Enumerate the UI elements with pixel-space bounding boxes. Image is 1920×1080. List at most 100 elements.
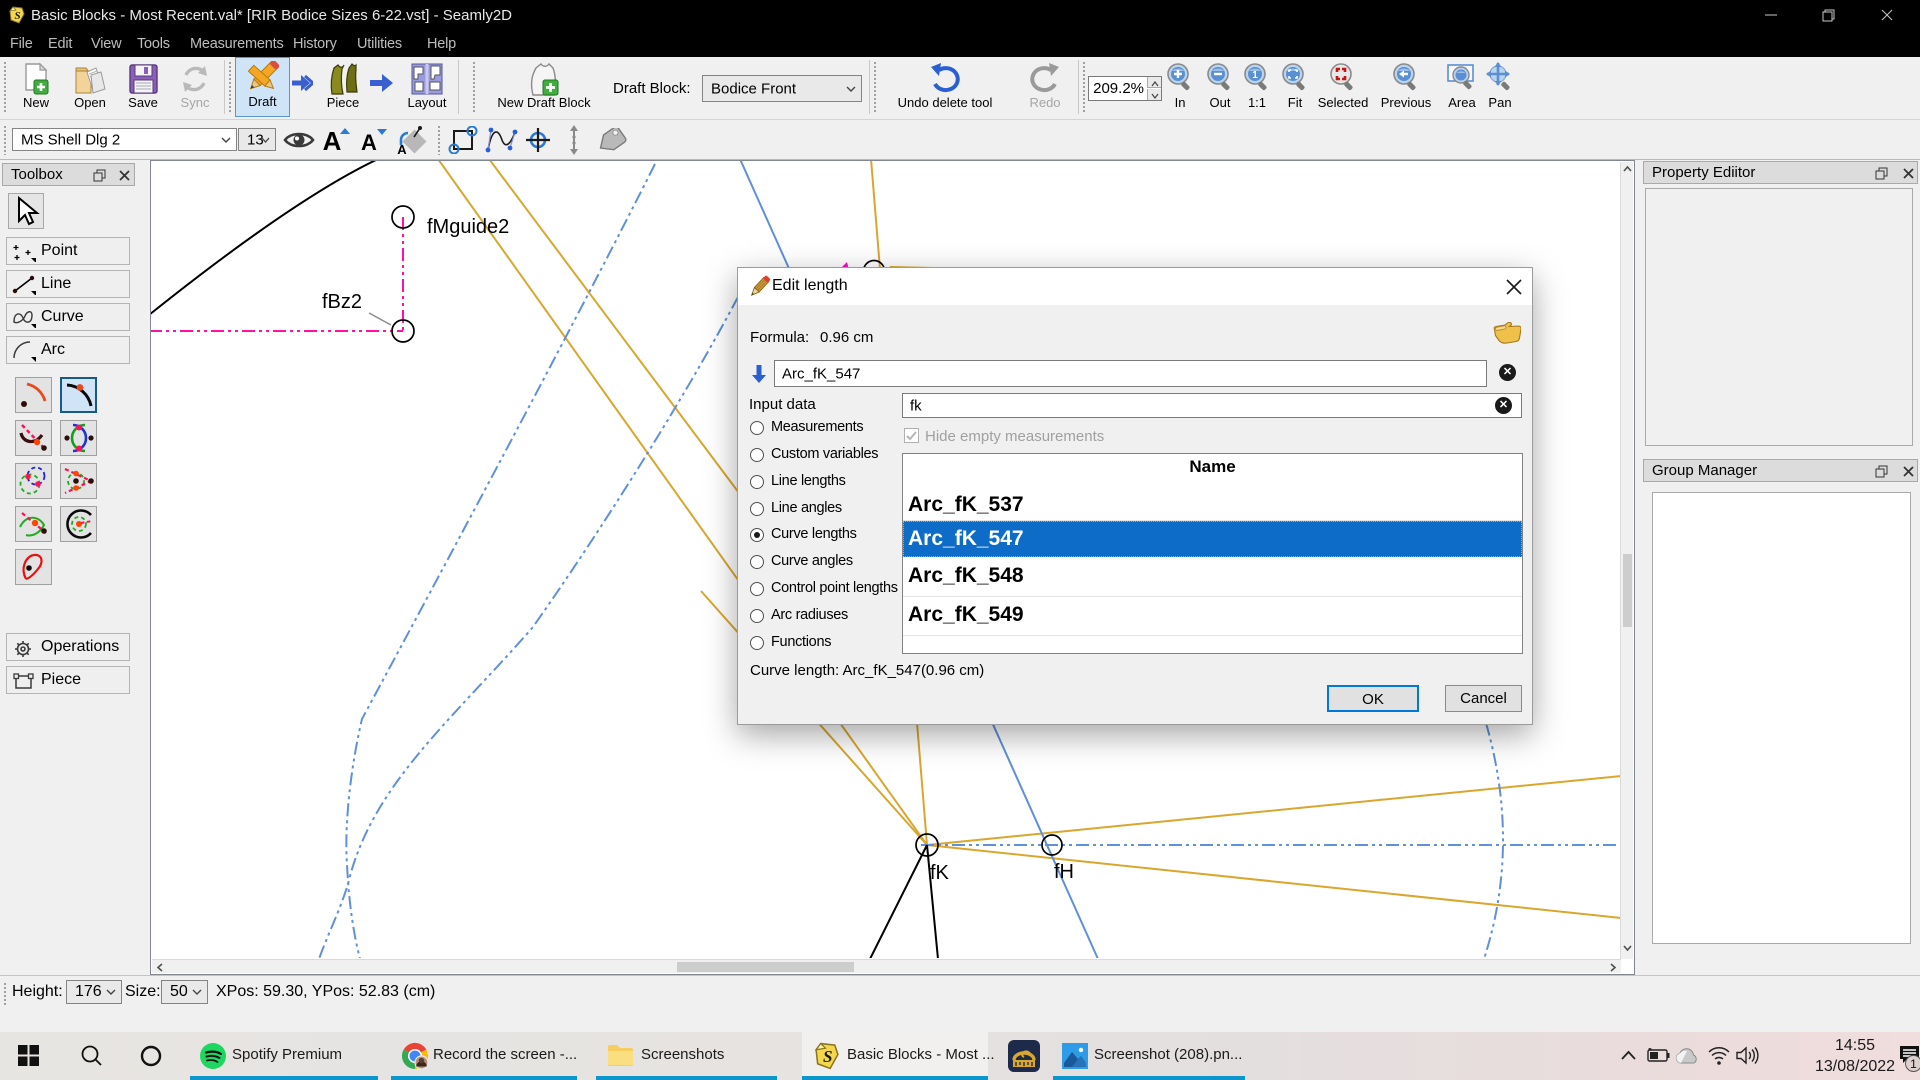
close-panel-icon[interactable] bbox=[1902, 167, 1915, 180]
new-draft-block-button[interactable]: New Draft Block bbox=[480, 58, 608, 116]
snap-center-tool-icon[interactable] bbox=[523, 127, 553, 153]
horizontal-scrollbar[interactable] bbox=[152, 959, 1621, 973]
cancel-button[interactable]: Cancel bbox=[1445, 685, 1522, 712]
zoom-fit-button[interactable]: Fit bbox=[1276, 58, 1314, 116]
radio-curve-lengths-selected[interactable] bbox=[750, 528, 764, 542]
vertical-resize-tool-icon[interactable] bbox=[563, 125, 585, 155]
increase-label-font-icon[interactable]: A bbox=[321, 126, 351, 154]
vertical-scrollbar[interactable] bbox=[1620, 162, 1633, 959]
minimize-button[interactable] bbox=[1748, 0, 1794, 30]
search-input[interactable]: fk bbox=[902, 393, 1522, 418]
table-row-selected[interactable]: Arc_fK_547 bbox=[903, 521, 1522, 557]
draft-block-select[interactable]: Bodice Front bbox=[702, 75, 862, 102]
toolbar-drag-handle[interactable] bbox=[3, 61, 7, 113]
horizontal-scroll-thumb[interactable] bbox=[677, 962, 854, 972]
restore-button[interactable] bbox=[1806, 0, 1852, 30]
menu-tools[interactable]: Tools bbox=[137, 36, 170, 52]
tool-arc-intersect-axis[interactable] bbox=[15, 420, 52, 456]
toolbar-drag-handle[interactable] bbox=[3, 125, 7, 155]
dialog-titlebar[interactable]: Edit length bbox=[738, 268, 1532, 305]
toolbox-category-piece[interactable]: Piece bbox=[6, 666, 130, 694]
cortana-icon[interactable] bbox=[140, 1045, 162, 1067]
toolbox-category-arc[interactable]: Arc bbox=[6, 336, 130, 364]
hide-empty-checkbox[interactable] bbox=[904, 428, 919, 443]
close-panel-icon[interactable] bbox=[118, 169, 131, 182]
formula-input[interactable]: Arc_fK_547 bbox=[774, 360, 1487, 387]
insert-variable-arrow-icon[interactable] bbox=[752, 364, 766, 384]
zoom-spin-down[interactable] bbox=[1147, 89, 1161, 100]
radio-measurements[interactable] bbox=[750, 421, 764, 435]
zoom-previous-button[interactable]: Previous bbox=[1378, 58, 1434, 116]
clear-search-icon[interactable]: ✕ bbox=[1495, 397, 1512, 414]
height-select[interactable]: 176 bbox=[66, 980, 122, 1004]
radio-curve-angles[interactable] bbox=[750, 555, 764, 569]
menu-view[interactable]: View bbox=[91, 36, 121, 52]
clock-time[interactable]: 14:55 bbox=[1822, 1037, 1888, 1055]
menu-measurements[interactable]: Measurements bbox=[190, 36, 284, 52]
tray-expand-chevron-icon[interactable] bbox=[1620, 1049, 1637, 1061]
table-row[interactable]: Arc_fK_549 bbox=[903, 597, 1522, 633]
save-button[interactable]: Save bbox=[118, 58, 168, 116]
radio-arc-radiuses[interactable] bbox=[750, 609, 764, 623]
table-row[interactable]: Arc_fK_548 bbox=[903, 558, 1522, 594]
toolbox-category-operations[interactable]: Operations bbox=[6, 633, 130, 661]
arrow-tool-button[interactable] bbox=[8, 193, 44, 229]
point-name-tool-icon[interactable]: A bbox=[394, 125, 428, 155]
tool-arc-with-radius[interactable] bbox=[60, 506, 97, 542]
toolbox-category-curve[interactable]: Curve bbox=[6, 303, 130, 331]
tool-arc-basic[interactable] bbox=[15, 377, 52, 413]
redo-button[interactable]: Redo bbox=[1016, 58, 1074, 116]
taskbar-item-record-screen[interactable]: Record the screen -... bbox=[391, 1032, 577, 1080]
toolbar-drag-handle[interactable] bbox=[228, 61, 232, 113]
radio-line-angles[interactable] bbox=[750, 502, 764, 516]
table-row[interactable]: Arc_fK_537 bbox=[903, 487, 1522, 522]
wifi-icon[interactable] bbox=[1708, 1046, 1730, 1065]
float-panel-icon[interactable] bbox=[93, 169, 106, 182]
taskbar-item-seamlyme[interactable] bbox=[1000, 1032, 1048, 1080]
show-labels-eye-icon[interactable] bbox=[283, 128, 315, 152]
tool-arc-with-length-selected[interactable] bbox=[60, 377, 97, 413]
taskbar-item-seamly2d-active[interactable]: S Basic Blocks - Most ... bbox=[802, 1032, 988, 1080]
goto-formula-hand-icon[interactable] bbox=[1493, 322, 1521, 348]
zoom-area-button[interactable]: Area bbox=[1440, 58, 1484, 116]
undo-button[interactable]: Undo delete tool bbox=[880, 58, 1010, 116]
ok-button[interactable]: OK bbox=[1327, 685, 1419, 712]
menu-edit[interactable]: Edit bbox=[48, 36, 72, 52]
zoom-spinbox[interactable]: 209.2% bbox=[1088, 76, 1162, 101]
search-icon[interactable] bbox=[80, 1044, 103, 1067]
radio-custom-variables[interactable] bbox=[750, 448, 764, 462]
close-panel-icon[interactable] bbox=[1902, 465, 1915, 478]
dialog-close-icon[interactable] bbox=[1505, 278, 1523, 296]
label-tag-tool-icon[interactable] bbox=[595, 128, 629, 152]
new-button[interactable]: New bbox=[11, 58, 61, 116]
scroll-up-arrow[interactable] bbox=[1621, 164, 1634, 179]
tool-intersect-circles[interactable] bbox=[15, 463, 52, 499]
piece-mode-button[interactable]: Piece bbox=[316, 58, 370, 116]
radio-functions[interactable] bbox=[750, 636, 764, 650]
radio-line-lengths[interactable] bbox=[750, 475, 764, 489]
float-panel-icon[interactable] bbox=[1875, 167, 1888, 180]
taskbar-item-screenshot-208[interactable]: Screenshot (208).pn... bbox=[1053, 1032, 1245, 1080]
zoom-spin-up[interactable] bbox=[1147, 77, 1161, 88]
font-select[interactable]: MS Shell Dlg 2 bbox=[12, 128, 237, 151]
zoom-selected-button[interactable]: Selected bbox=[1316, 58, 1370, 116]
layout-mode-button[interactable]: Layout bbox=[398, 58, 456, 116]
toolbox-category-point[interactable]: Point bbox=[6, 237, 130, 265]
taskbar-item-spotify[interactable]: Spotify Premium bbox=[190, 1032, 378, 1080]
volume-icon[interactable] bbox=[1736, 1046, 1760, 1065]
toolbar-drag-handle[interactable] bbox=[1082, 61, 1086, 113]
sync-button[interactable]: Sync bbox=[170, 58, 220, 116]
toolbar-drag-handle[interactable] bbox=[472, 61, 476, 113]
tool-point-from-circle-tangent[interactable] bbox=[60, 463, 97, 499]
zoom-pan-button[interactable]: Pan bbox=[1482, 58, 1518, 116]
onedrive-icon[interactable] bbox=[1674, 1047, 1700, 1064]
toolbar-drag-handle[interactable] bbox=[437, 125, 441, 155]
menu-history[interactable]: History bbox=[293, 36, 337, 52]
taskbar-item-screenshots-folder[interactable]: Screenshots bbox=[596, 1032, 777, 1080]
start-button-icon[interactable] bbox=[18, 1045, 39, 1066]
clock-date[interactable]: 13/08/2022 bbox=[1798, 1058, 1912, 1076]
curve-handles-tool-icon[interactable] bbox=[484, 126, 520, 154]
zoom-1to1-button[interactable]: 1 1:1 bbox=[1238, 58, 1276, 116]
clear-formula-icon[interactable]: ✕ bbox=[1499, 364, 1516, 381]
menu-utilities[interactable]: Utilities bbox=[357, 36, 402, 52]
